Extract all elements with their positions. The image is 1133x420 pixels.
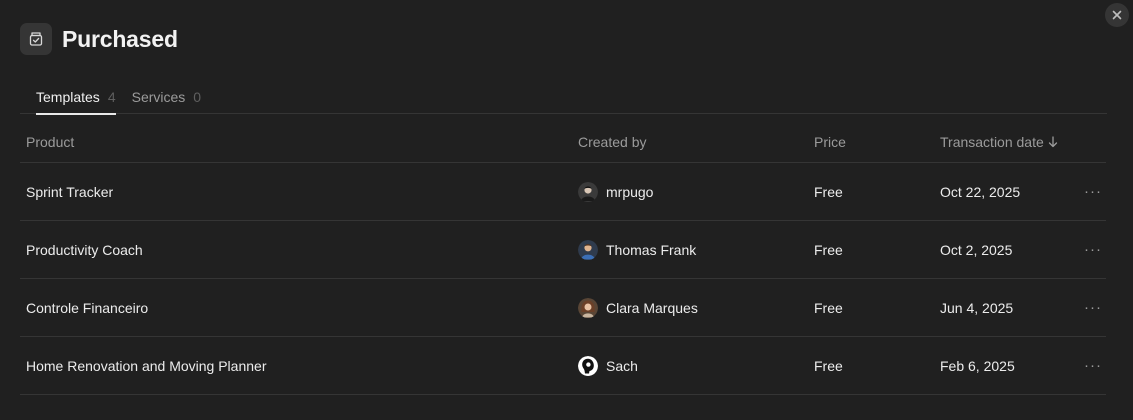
more-options-button[interactable]: ··· xyxy=(1083,221,1103,278)
transaction-date: Oct 2, 2025 xyxy=(940,241,1013,258)
column-header-product[interactable]: Product xyxy=(26,121,74,162)
column-label: Transaction date xyxy=(940,133,1044,150)
table-row[interactable]: Home Renovation and Moving Planner Sach … xyxy=(20,337,1106,395)
creator-name: Clara Marques xyxy=(606,299,698,316)
column-header-transaction-date[interactable]: Transaction date xyxy=(940,121,1058,162)
creator[interactable]: mrpugo xyxy=(578,163,653,220)
avatar xyxy=(578,297,598,318)
avatar xyxy=(578,181,598,202)
price: Free xyxy=(814,183,843,200)
creator[interactable]: Thomas Frank xyxy=(578,221,696,278)
price: Free xyxy=(814,299,843,316)
arrow-down-icon xyxy=(1048,135,1058,148)
product-name[interactable]: Home Renovation and Moving Planner xyxy=(26,358,266,374)
column-header-created-by[interactable]: Created by xyxy=(578,121,646,162)
shopping-bag-check-icon xyxy=(20,23,52,55)
more-options-button[interactable]: ··· xyxy=(1083,163,1103,220)
page-title: Purchased xyxy=(62,25,178,52)
price: Free xyxy=(814,357,843,374)
column-header-price[interactable]: Price xyxy=(814,121,846,162)
avatar xyxy=(578,355,598,376)
transaction-date: Jun 4, 2025 xyxy=(940,299,1014,316)
transaction-date: Oct 22, 2025 xyxy=(940,183,1021,200)
table-row[interactable]: Sprint Tracker mrpugo Free Oct 22, 2025 … xyxy=(20,163,1106,221)
product-name[interactable]: Sprint Tracker xyxy=(26,184,113,200)
creator-name: mrpugo xyxy=(606,183,654,200)
tab-label: Templates xyxy=(36,89,100,105)
table-row[interactable]: Productivity Coach Thomas Frank Free Oct… xyxy=(20,221,1106,279)
more-options-button[interactable]: ··· xyxy=(1083,337,1103,394)
creator[interactable]: Sach xyxy=(578,337,638,394)
product-name[interactable]: Controle Financeiro xyxy=(26,300,148,316)
tab-count: 4 xyxy=(107,89,116,105)
tab-count: 0 xyxy=(193,89,202,105)
product-name[interactable]: Productivity Coach xyxy=(26,242,143,258)
table-header-row: Product Created by Price Transaction dat… xyxy=(20,121,1106,163)
purchases-table: Product Created by Price Transaction dat… xyxy=(20,121,1106,395)
transaction-date: Feb 6, 2025 xyxy=(940,357,1015,374)
column-label: Created by xyxy=(578,133,647,150)
more-icon: ··· xyxy=(1084,241,1102,258)
tab-services[interactable]: Services 0 xyxy=(116,80,201,114)
more-icon: ··· xyxy=(1084,299,1102,316)
creator-name: Sach xyxy=(606,357,638,374)
column-label: Price xyxy=(814,133,846,150)
table-row[interactable]: Controle Financeiro Clara Marques Free J… xyxy=(20,279,1106,337)
creator-name: Thomas Frank xyxy=(606,241,697,258)
creator[interactable]: Clara Marques xyxy=(578,279,698,336)
more-icon: ··· xyxy=(1084,183,1102,200)
avatar xyxy=(578,239,598,260)
tab-templates[interactable]: Templates 4 xyxy=(20,80,116,115)
more-icon: ··· xyxy=(1084,357,1102,374)
tab-label: Services xyxy=(131,89,186,105)
price: Free xyxy=(814,241,843,258)
more-options-button[interactable]: ··· xyxy=(1083,279,1103,336)
tab-bar: Templates 4 Services 0 xyxy=(20,80,1107,115)
close-icon xyxy=(1112,10,1122,20)
page-header: Purchased xyxy=(20,23,178,55)
column-label: Product xyxy=(26,133,75,150)
close-button[interactable] xyxy=(1105,3,1129,27)
